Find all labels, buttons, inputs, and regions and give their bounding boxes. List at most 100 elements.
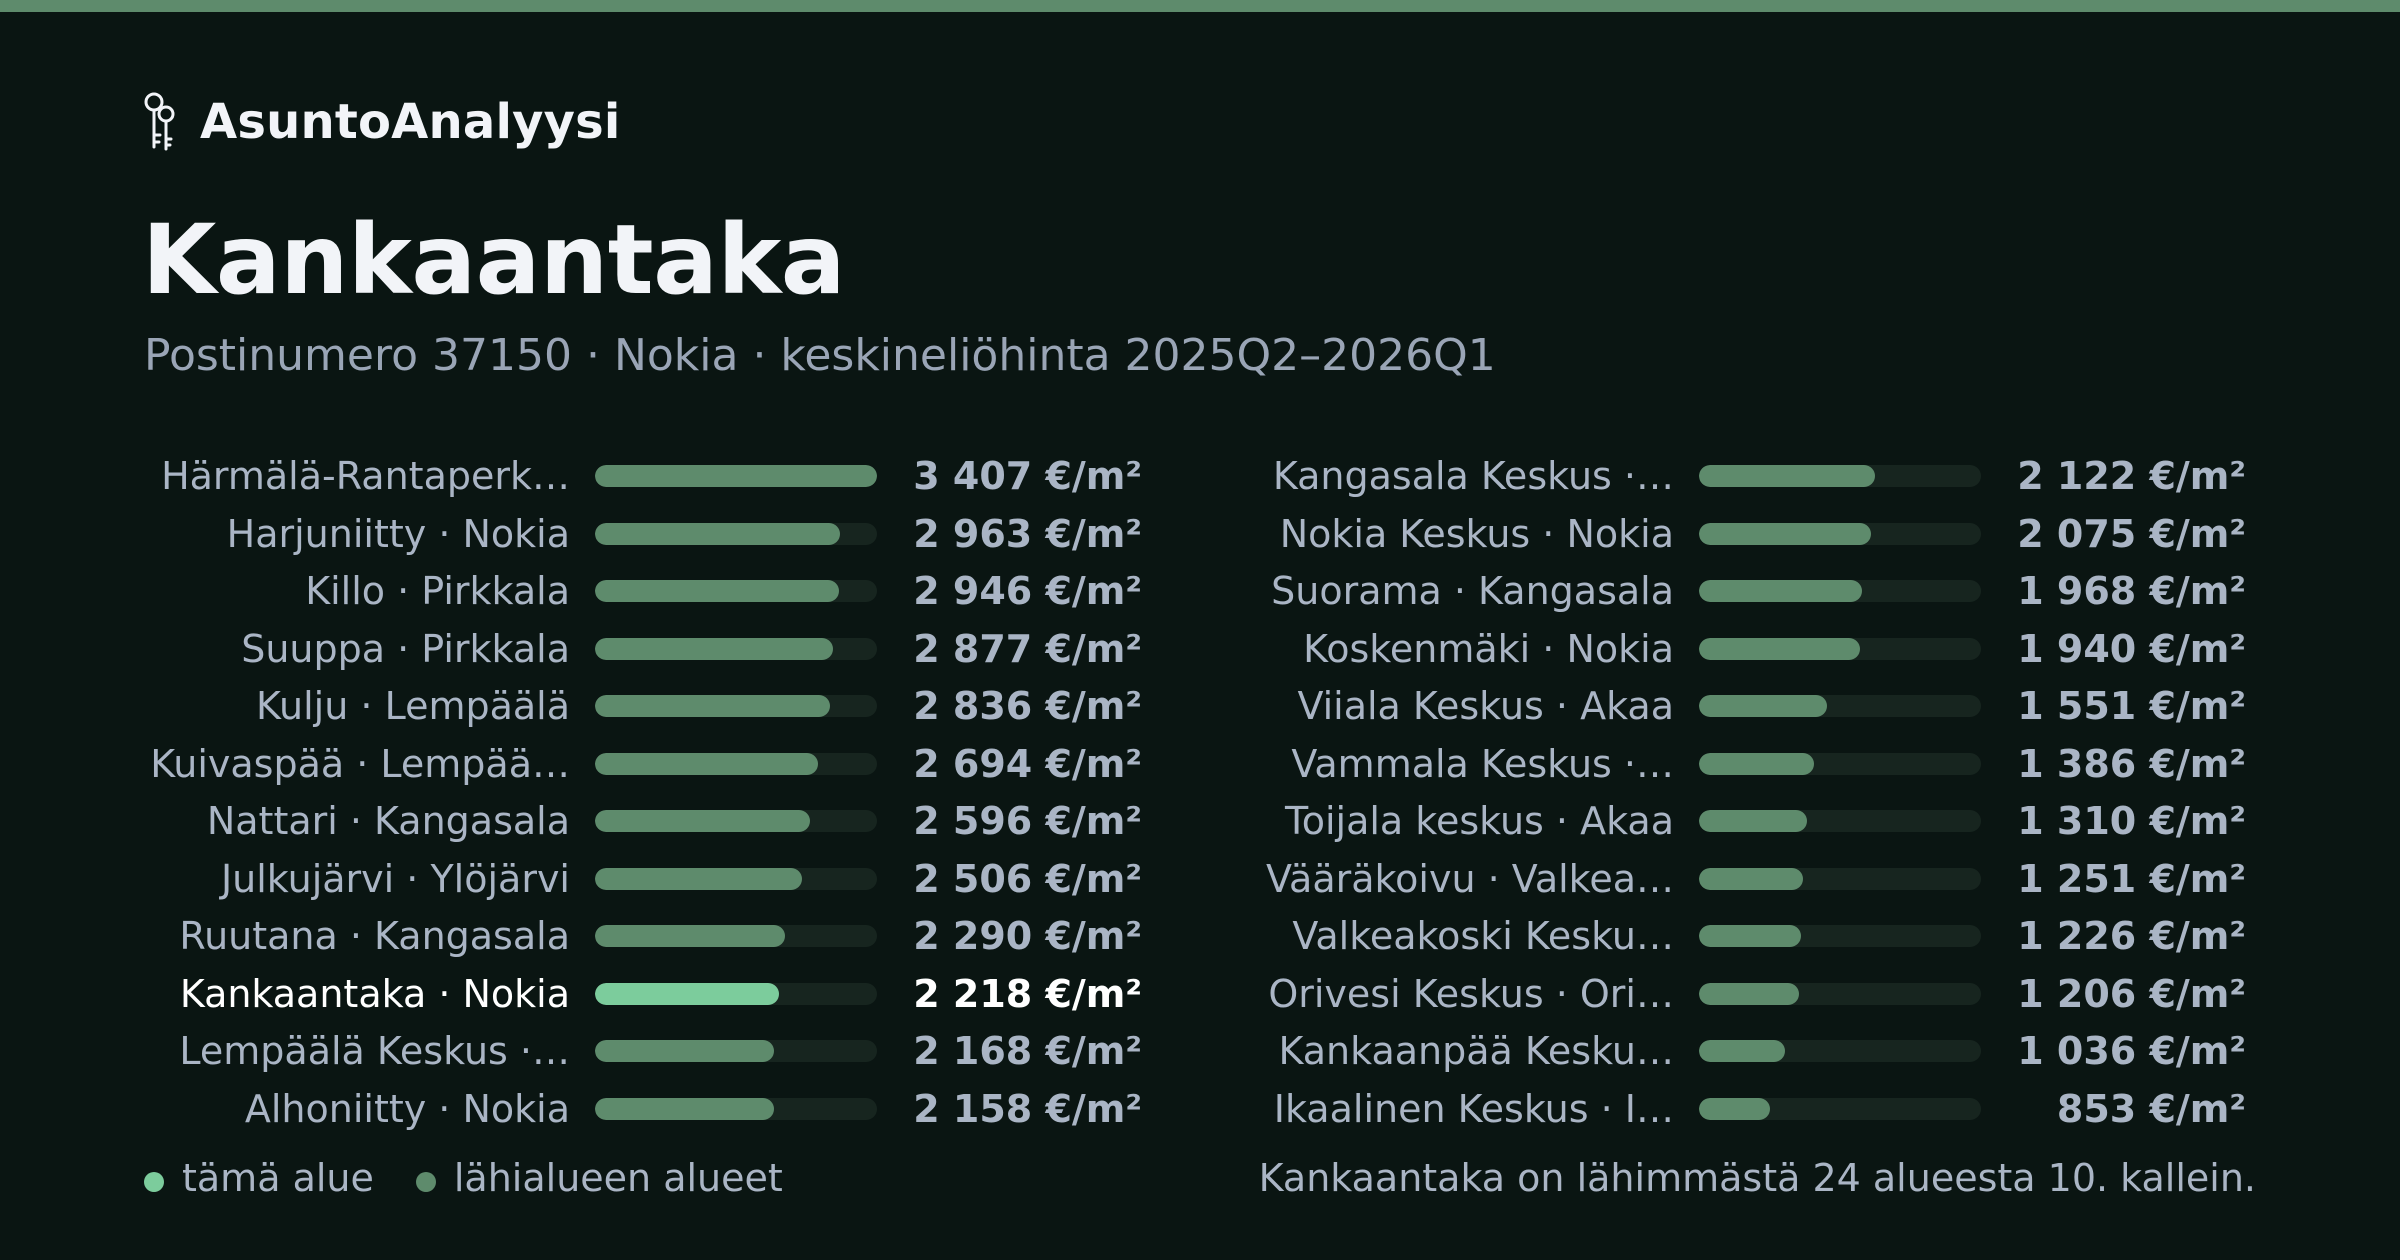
bar-label: Kangasala Keskus ·… [1272,454,1674,498]
bar-track [595,522,877,545]
bar-label: Vääräkoivu · Valkea… [1266,856,1674,901]
bar-row: Koskenmäki · Nokia 1 940 €/m² [1244,625,2254,673]
bar-row-current: Kankaantaka · Nokia 2 218 €/m² [140,970,1150,1018]
bar-label: Harjuniitty · Nokia [226,511,570,556]
bar-row: Alhoniitty · Nokia 2 158 €/m² [140,1085,1150,1133]
legend-item-others: lähialueen alueet [415,1156,783,1200]
bar-label: Valkeakoski Kesku… [1292,914,1674,958]
bar [1699,1040,1785,1062]
bar-value-label: 1 226 €/m² [2017,914,2246,958]
bar-value-label: 2 168 €/m² [913,1029,1142,1073]
bar-track [1699,925,1981,947]
bar-value-label: 1 310 €/m² [2017,799,2246,843]
bar-track [595,1097,877,1120]
bar-row: Viiala Keskus · Akaa 1 551 €/m² [1244,682,2254,730]
bar-value-label: 2 075 €/m² [2017,511,2246,556]
bar-label: Suorama · Kangasala [1271,569,1674,613]
bar-track [1699,1097,1981,1120]
bar [1699,580,1862,602]
bar-label: Koskenmäki · Nokia [1303,626,1674,671]
bar-row: Ruutana · Kangasala 2 290 €/m² [140,912,1150,960]
bar-track [1699,752,1981,775]
bar [1699,695,1828,717]
bar-value-label: 1 251 €/m² [2017,856,2246,901]
bar-track [595,752,877,775]
bar-label: Killo · Pirkkala [305,569,570,613]
bar [1699,810,1808,832]
legend-label-current: tämä alue [182,1156,374,1200]
bar-track [1699,1040,1981,1062]
bar [1699,637,1860,660]
bar-value-label: 2 158 €/m² [913,1086,1142,1131]
bar [595,982,779,1005]
bar-track [1699,810,1981,832]
bar-label: Lempäälä Keskus ·… [179,1029,570,1073]
bar-label: Orivesi Keskus · Ori… [1268,971,1674,1016]
bar-label: Ikaalinen Keskus · I… [1273,1086,1674,1131]
bar-value-label: 1 386 €/m² [2017,741,2246,786]
legend-item-current: tämä alue [144,1156,374,1200]
chart-legend: tämä alue lähialueen alueet [144,1154,825,1202]
bar-value-label: 2 218 €/m² [913,971,1142,1016]
bar-track [595,925,877,947]
bar-track [595,580,877,602]
bar [595,810,810,832]
bar [1699,1097,1770,1120]
bar [1699,522,1871,545]
bar [1699,867,1803,890]
bar-track [1699,867,1981,890]
bar-value-label: 2 946 €/m² [913,569,1142,613]
bar-row: Orivesi Keskus · Ori… 1 206 €/m² [1244,970,2254,1018]
bar-label: Alhoniitty · Nokia [244,1086,570,1131]
bar-row: Nattari · Kangasala 2 596 €/m² [140,797,1150,845]
legend-dot-current [144,1172,164,1192]
bar [595,925,785,947]
bar-track [1699,465,1981,487]
ranking-footnote: Kankaantaka on lähimmästä 24 alueesta 10… [1258,1156,2256,1200]
bar-label: Suuppa · Pirkkala [241,626,570,671]
bar [1699,752,1814,775]
bar-value-label: 2 836 €/m² [913,684,1142,728]
bar-row: Julkujärvi · Ylöjärvi 2 506 €/m² [140,855,1150,903]
bar-value-label: 2 290 €/m² [913,914,1142,958]
bar [595,1097,774,1120]
bar [595,752,818,775]
bar-row: Nokia Keskus · Nokia 2 075 €/m² [1244,510,2254,558]
bar-value-label: 2 596 €/m² [913,799,1142,843]
bar [595,465,877,487]
bar-value-label: 2 506 €/m² [913,856,1142,901]
bar-track [1699,522,1981,545]
bar-row: Killo · Pirkkala 2 946 €/m² [140,567,1150,615]
bar-label: Toijala keskus · Akaa [1284,799,1674,843]
bar-label: Viiala Keskus · Akaa [1297,684,1674,728]
bar-track [1699,982,1981,1005]
bar [595,637,834,660]
bar-value-label: 1 968 €/m² [2017,569,2246,613]
bar-row: Toijala keskus · Akaa 1 310 €/m² [1244,797,2254,845]
bar-row: Ikaalinen Keskus · I… 853 €/m² [1244,1085,2254,1133]
legend-label-others: lähialueen alueet [453,1156,783,1200]
bar-label: Nattari · Kangasala [206,799,570,843]
bar-label: Julkujärvi · Ylöjärvi [220,856,570,901]
bar-row: Härmälä-Rantaperk… 3 407 €/m² [140,452,1150,500]
bar-value-label: 2 963 €/m² [913,511,1142,556]
bar-row: Kangasala Keskus ·… 2 122 €/m² [1244,452,2254,500]
bar-label: Kuivaspää · Lempää… [150,741,570,786]
bar-row: Kulju · Lempäälä 2 836 €/m² [140,682,1150,730]
bar [595,580,839,602]
bar-value-label: 1 036 €/m² [2017,1029,2246,1073]
bar-row: Vääräkoivu · Valkea… 1 251 €/m² [1244,855,2254,903]
bar-track [595,465,877,487]
bar-track [595,1040,877,1062]
bar-track [595,982,877,1005]
bar-track [595,695,877,717]
bar [1699,925,1801,947]
bar-track [1699,695,1981,717]
bar [595,695,830,717]
bar-value-label: 1 940 €/m² [2017,626,2246,671]
bar-row: Kuivaspää · Lempää… 2 694 €/m² [140,740,1150,788]
bar [595,867,803,890]
bar-label: Härmälä-Rantaperk… [161,454,570,498]
bar-value-label: 1 551 €/m² [2017,684,2246,728]
bar-label: Nokia Keskus · Nokia [1279,511,1674,556]
